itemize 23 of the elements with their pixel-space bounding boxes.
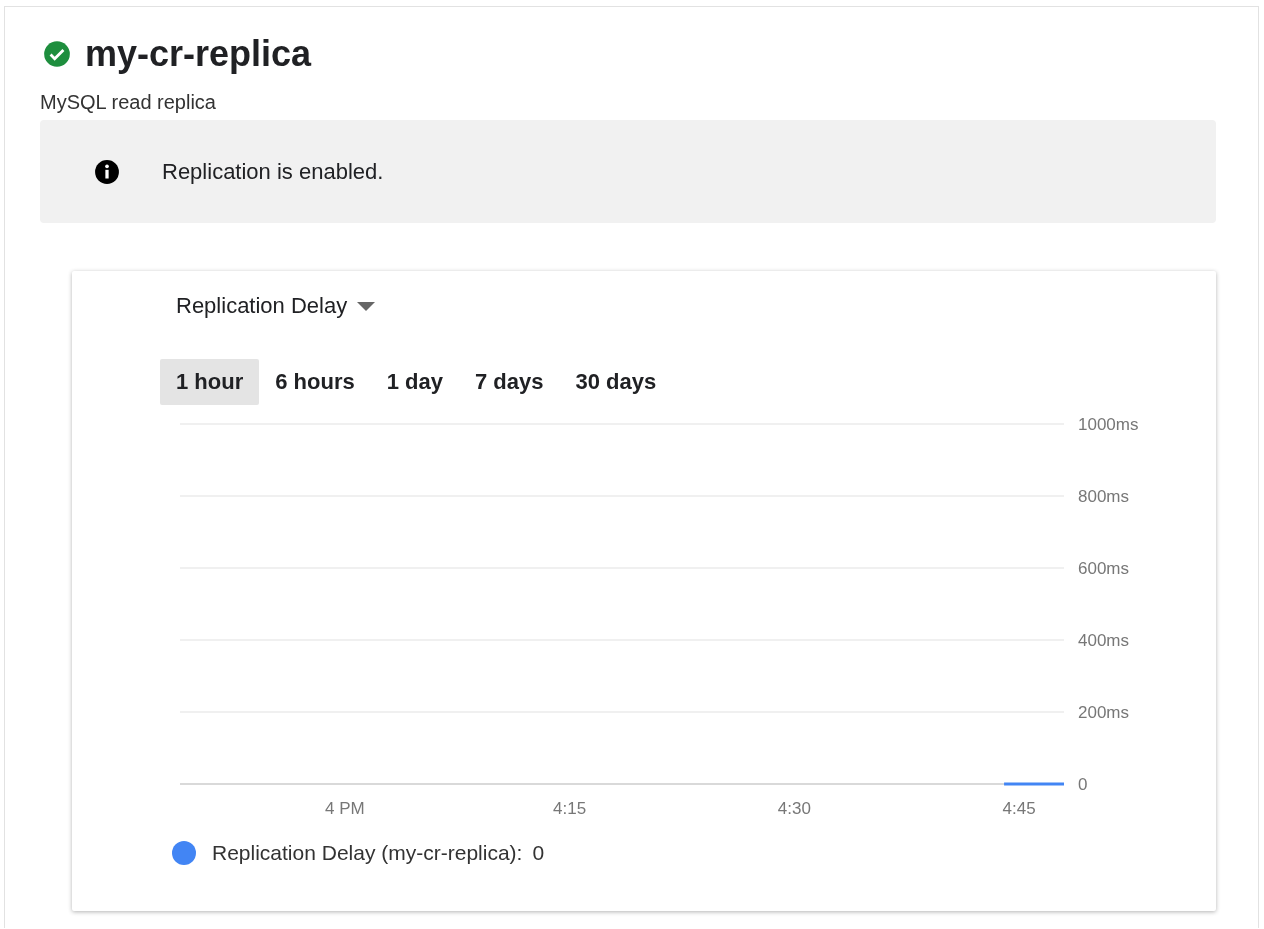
caret-icon: [357, 301, 376, 311]
x-axis-label: 4:45: [1002, 799, 1036, 818]
y-axis-label: 400ms: [1078, 631, 1130, 650]
y-axis-label: 600ms: [1078, 559, 1130, 578]
metric-dropdown[interactable]: Replication Delay: [160, 293, 376, 319]
time-range-tab[interactable]: 30 days: [559, 359, 673, 405]
time-range-tab[interactable]: 1 day: [370, 359, 459, 405]
legend-label: Replication Delay (my-cr-replica):: [212, 841, 523, 865]
instance-type: MySQL read replica: [40, 91, 217, 114]
banner-message: Replication is enabled.: [162, 158, 384, 185]
legend-value: 0: [532, 841, 545, 865]
y-axis-label: 200ms: [1078, 703, 1130, 722]
x-axis-label: 4:15: [553, 799, 587, 818]
y-axis-label: 800ms: [1078, 487, 1130, 506]
instance-title: my-cr-replica: [85, 33, 312, 75]
x-axis-label: 4 PM: [324, 799, 365, 818]
time-range-tab[interactable]: 7 days: [458, 359, 560, 405]
x-axis-label: 4:30: [777, 799, 811, 818]
y-axis-label: 0: [1078, 775, 1088, 794]
time-range-tab[interactable]: 1 hour: [160, 359, 260, 405]
time-range-tab[interactable]: 6 hours: [259, 359, 371, 405]
y-axis-label: 1000ms: [1078, 415, 1139, 434]
info-icon: [94, 158, 120, 185]
